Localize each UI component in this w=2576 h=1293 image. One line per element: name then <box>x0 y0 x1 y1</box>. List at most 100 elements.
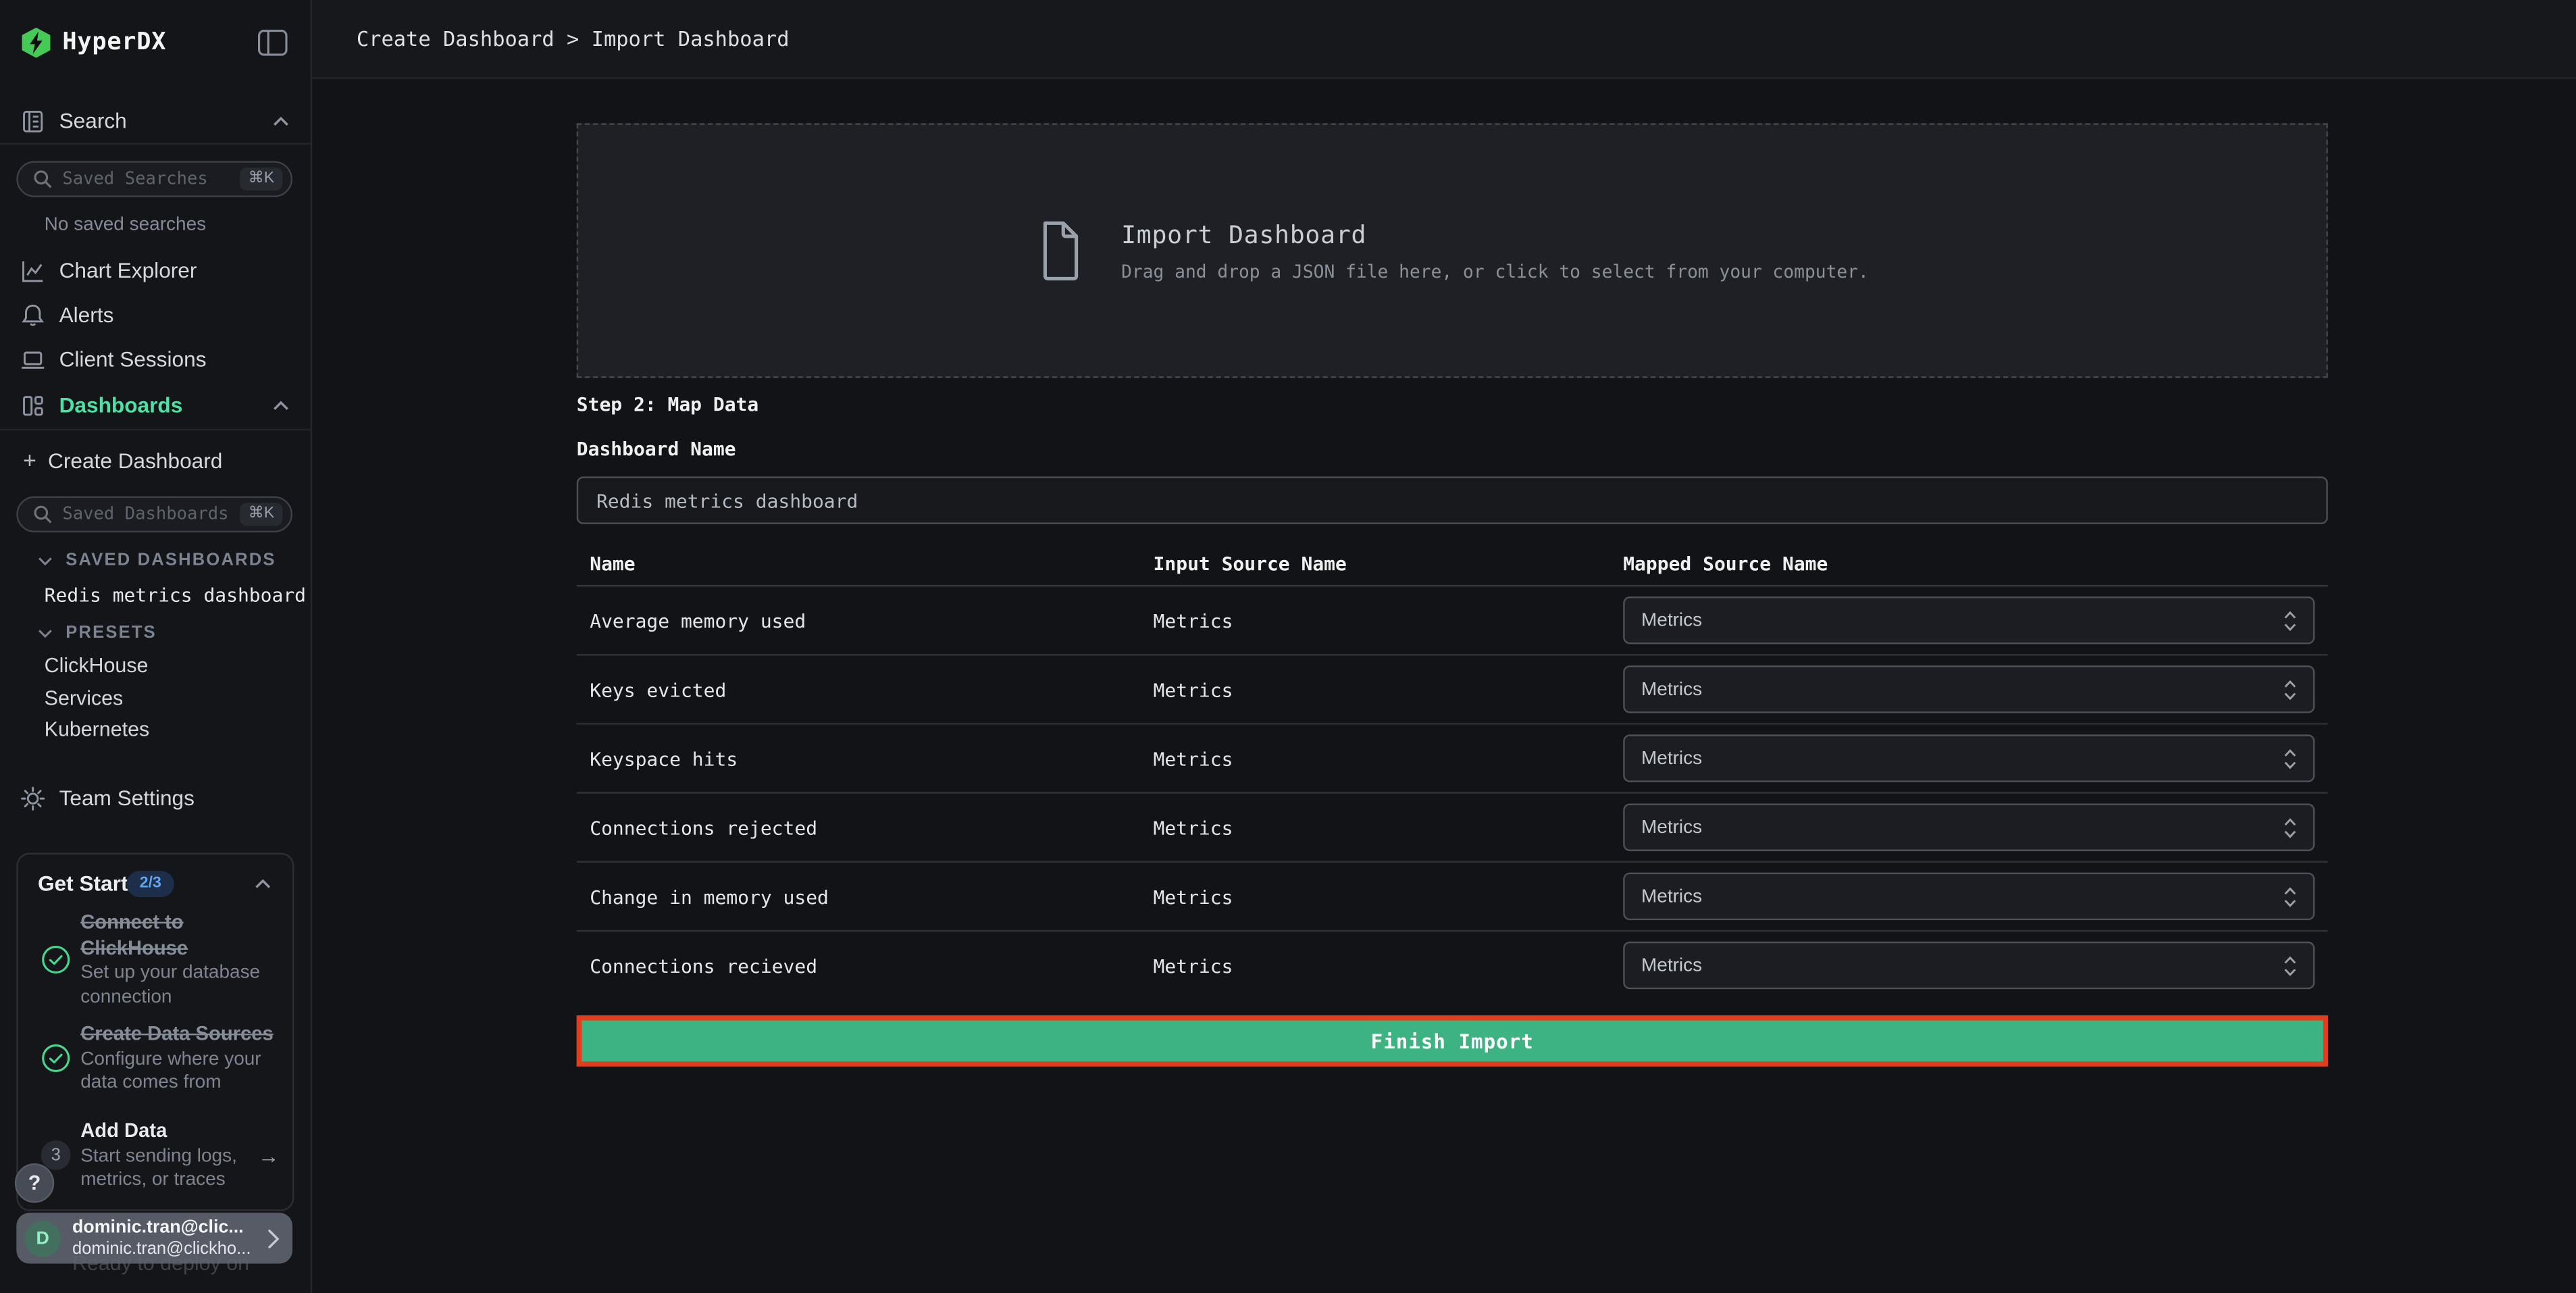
mapped-source-select[interactable]: Metrics <box>1623 942 2315 990</box>
gear-icon <box>20 784 46 811</box>
select-chevrons-icon <box>2284 609 2296 632</box>
chevron-down-icon <box>36 553 55 568</box>
selected-value: Metrics <box>1641 749 2284 768</box>
sidebar-item-label: Chart Explorer <box>59 258 197 282</box>
user-menu[interactable]: D dominic.tran@clic... dominic.tran@clic… <box>16 1213 292 1263</box>
get-started-item-connect[interactable]: Connect to ClickHouse Set up your databa… <box>80 911 281 1009</box>
laptop-icon <box>20 346 46 372</box>
chart-name: Change in memory used <box>590 886 829 909</box>
section-label: SAVED DASHBOARDS <box>66 551 276 570</box>
sidebar-item-alerts[interactable]: Alerts <box>0 293 311 337</box>
finish-import-button[interactable]: Finish Import <box>577 1015 2328 1066</box>
chart-icon <box>20 257 46 284</box>
select-chevrons-icon <box>2284 885 2296 908</box>
app-title: HyperDX <box>62 30 166 56</box>
selected-value: Metrics <box>1641 680 2284 699</box>
select-chevrons-icon <box>2284 954 2296 977</box>
sidebar-dashboard-link-redis[interactable]: Redis metrics dashboard <box>45 584 306 607</box>
saved-searches-search[interactable]: ⌘K <box>16 161 292 197</box>
get-started-item-sources[interactable]: Create Data Sources Configure where your… <box>80 1022 287 1095</box>
chevron-right-icon <box>267 1228 279 1248</box>
sidebar-item-label: Alerts <box>59 303 114 327</box>
dashboard-grid-icon <box>20 392 46 418</box>
sidebar-item-client-sessions[interactable]: Client Sessions <box>0 337 311 382</box>
sidebar-item-label: Dashboards <box>59 392 183 417</box>
mapped-source-select[interactable]: Metrics <box>1623 734 2315 782</box>
get-started-item-desc: Configure where your data comes from <box>80 1048 287 1096</box>
input-source-name: Metrics <box>1154 886 1233 909</box>
mapped-source-select[interactable]: Metrics <box>1623 597 2315 644</box>
table-header: Name Input Source Name Mapped Source Nam… <box>577 542 2328 587</box>
help-button[interactable]: ? <box>15 1163 54 1202</box>
get-started-item-desc: Start sending logs, metrics, or traces <box>80 1144 251 1192</box>
sidebar-preset-clickhouse[interactable]: ClickHouse <box>45 654 149 677</box>
breadcrumb[interactable]: Create Dashboard > Import Dashboard <box>357 0 790 79</box>
mapped-source-select[interactable]: Metrics <box>1623 665 2315 713</box>
sidebar-preset-services[interactable]: Services <box>45 687 124 710</box>
get-started-item-desc: Set up your database connection <box>80 961 281 1009</box>
hyperdx-app: HyperDX Search <box>0 0 2576 1293</box>
check-circle-icon <box>41 1044 71 1073</box>
dashboard-name-input[interactable] <box>577 476 2328 524</box>
chevron-down-icon <box>36 626 55 640</box>
sidebar-section-label: Search <box>59 109 127 133</box>
sidebar-item-team-settings[interactable]: Team Settings <box>0 776 311 820</box>
search-icon <box>33 505 53 524</box>
section-presets[interactable]: PRESETS <box>36 623 157 642</box>
create-dashboard-button[interactable]: + Create Dashboard <box>23 445 222 475</box>
get-started-progress-badge: 2/3 <box>126 871 174 896</box>
import-dropzone[interactable]: Import Dashboard Drag and drop a JSON fi… <box>577 123 2328 378</box>
mapped-source-select[interactable]: Metrics <box>1623 803 2315 851</box>
dropzone-subtitle: Drag and drop a JSON file here, or click… <box>1121 261 1869 282</box>
selected-value: Metrics <box>1641 955 2284 975</box>
dropzone-title: Import Dashboard <box>1121 220 1869 249</box>
sidebar: HyperDX Search <box>0 0 312 1293</box>
input-source-name: Metrics <box>1154 955 1233 978</box>
chart-name: Connections rejected <box>590 817 817 840</box>
input-source-name: Metrics <box>1154 609 1233 632</box>
source-mapping-table: Name Input Source Name Mapped Source Nam… <box>577 542 2328 1001</box>
input-source-name: Metrics <box>1154 748 1233 771</box>
chart-name: Keyspace hits <box>590 748 738 771</box>
sidebar-section-search[interactable]: Search <box>0 99 311 143</box>
sidebar-item-dashboards[interactable]: Dashboards <box>0 383 311 428</box>
select-chevrons-icon <box>2284 678 2296 701</box>
saved-searches-input[interactable] <box>62 170 230 189</box>
bell-icon <box>20 301 46 328</box>
hyperdx-logo-icon <box>20 26 53 59</box>
table-row: Connections recieved Metrics Metrics <box>577 932 2328 1000</box>
get-started-item-add-data[interactable]: Add Data Start sending logs, metrics, or… <box>80 1119 251 1192</box>
step-number-badge: 3 <box>41 1140 71 1170</box>
chevron-up-icon <box>271 113 290 129</box>
chevron-up-icon <box>271 397 290 413</box>
avatar: D <box>24 1220 61 1257</box>
journal-icon <box>20 107 46 134</box>
get-started-card: Get Started 2/3 Connect to ClickHouse Se… <box>16 853 294 1211</box>
file-icon <box>1036 220 1085 282</box>
create-dashboard-label: Create Dashboard <box>48 448 222 472</box>
saved-dashboards-search[interactable]: ⌘K <box>16 497 292 533</box>
selected-value: Metrics <box>1641 611 2284 630</box>
section-saved-dashboards[interactable]: SAVED DASHBOARDS <box>36 551 276 570</box>
plus-icon: + <box>23 445 36 475</box>
chevron-up-icon[interactable] <box>253 876 273 892</box>
sidebar-preset-kubernetes[interactable]: Kubernetes <box>45 718 150 741</box>
shortcut-badge: ⌘K <box>240 168 283 191</box>
selected-value: Metrics <box>1641 817 2284 837</box>
mapped-source-select[interactable]: Metrics <box>1623 873 2315 921</box>
sidebar-item-label: Client Sessions <box>59 347 207 371</box>
no-saved-searches-note: No saved searches <box>45 216 206 235</box>
sidebar-collapse-icon[interactable] <box>258 30 288 56</box>
table-row: Keyspace hits Metrics Metrics <box>577 725 2328 794</box>
top-bar: Create Dashboard > Import Dashboard <box>312 0 2576 79</box>
sidebar-item-chart-explorer[interactable]: Chart Explorer <box>0 248 311 293</box>
section-label: PRESETS <box>66 623 157 642</box>
select-chevrons-icon <box>2284 816 2296 839</box>
saved-dashboards-input[interactable] <box>62 505 230 524</box>
check-circle-icon <box>41 945 71 975</box>
table-row: Change in memory used Metrics Metrics <box>577 863 2328 932</box>
promo-line2: ClickHouse Cloud? <box>72 1290 249 1293</box>
input-source-name: Metrics <box>1154 817 1233 840</box>
column-header-input-source: Input Source Name <box>1154 552 1347 575</box>
search-icon <box>33 170 53 189</box>
